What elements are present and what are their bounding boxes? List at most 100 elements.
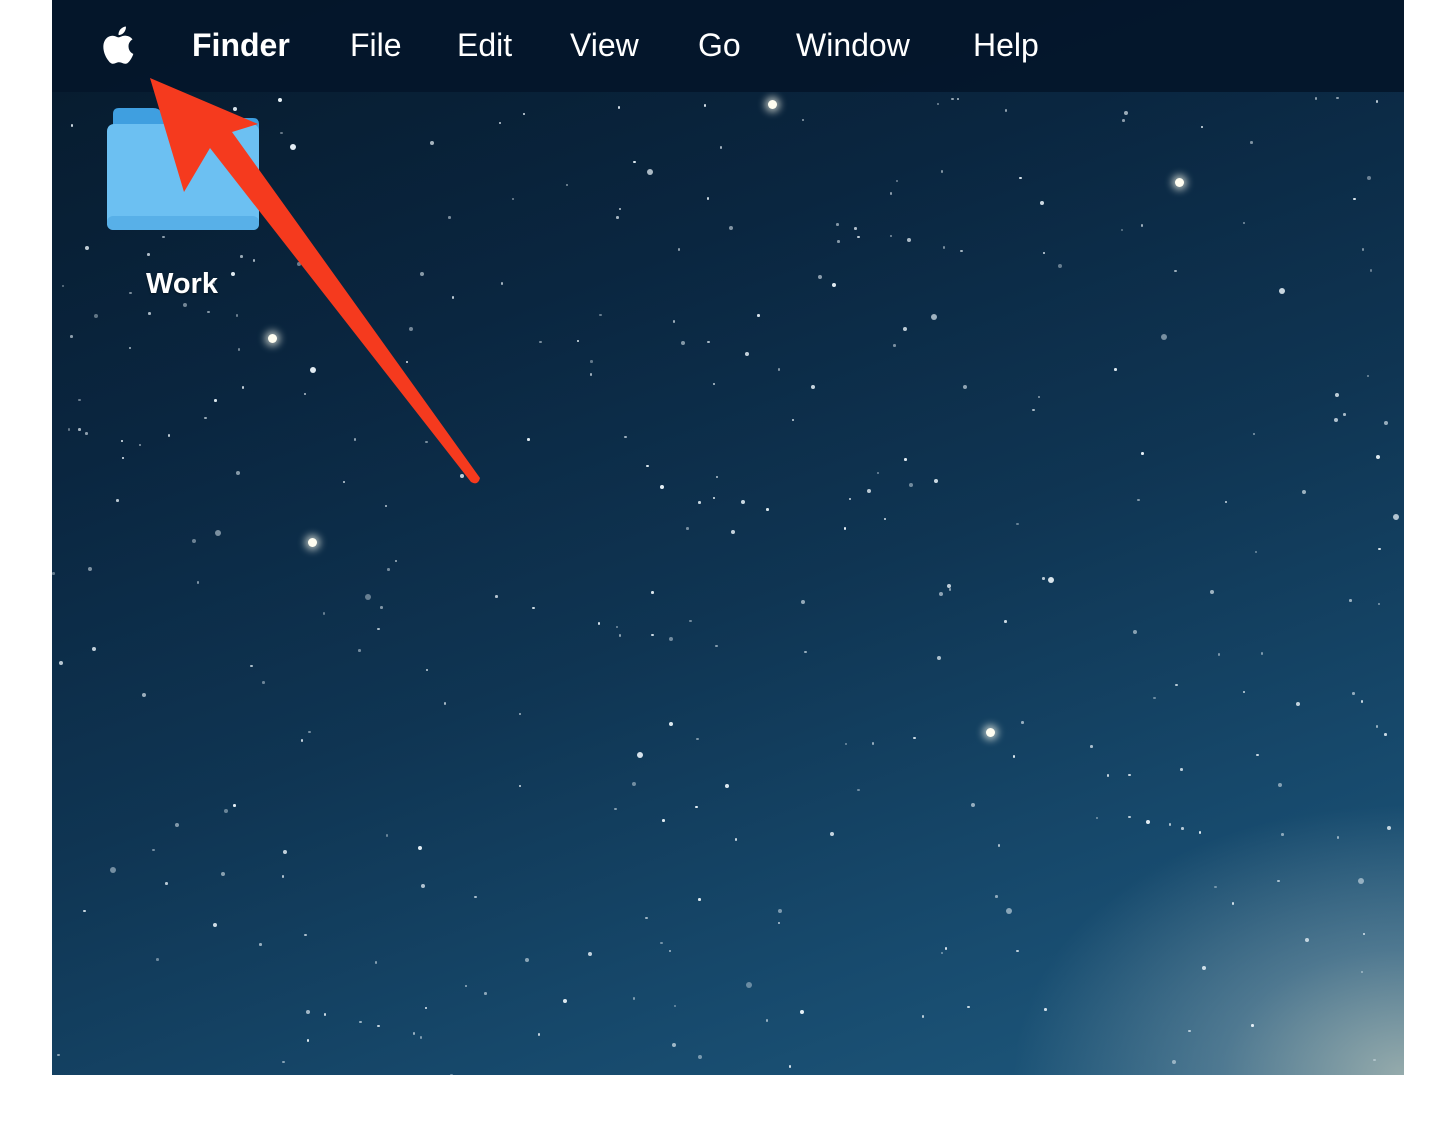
star xyxy=(706,197,710,200)
star xyxy=(116,499,119,502)
star xyxy=(495,595,498,598)
star xyxy=(715,475,719,479)
work-folder-icon[interactable] xyxy=(107,104,259,232)
star xyxy=(1256,753,1259,757)
star xyxy=(936,102,940,106)
star xyxy=(695,805,698,809)
star xyxy=(921,1015,925,1018)
star xyxy=(940,951,944,954)
star xyxy=(1361,248,1365,251)
menu-go[interactable]: Go xyxy=(698,24,741,66)
star xyxy=(1384,420,1389,425)
star xyxy=(224,808,229,813)
star xyxy=(1214,885,1217,889)
star xyxy=(889,192,893,195)
star xyxy=(1140,224,1144,227)
star xyxy=(511,197,515,201)
menu-edit[interactable]: Edit xyxy=(457,24,512,66)
star xyxy=(384,504,388,508)
star xyxy=(967,1005,970,1009)
star xyxy=(1260,652,1264,655)
star xyxy=(240,255,243,258)
menu-view[interactable]: View xyxy=(570,24,639,66)
star xyxy=(804,650,807,654)
star xyxy=(1366,374,1370,378)
star xyxy=(995,895,998,898)
star xyxy=(1201,966,1206,971)
star xyxy=(221,872,226,877)
star xyxy=(283,849,288,854)
star xyxy=(848,497,852,501)
star xyxy=(724,783,729,788)
star xyxy=(1358,877,1364,884)
star xyxy=(817,274,822,279)
star xyxy=(1137,498,1140,502)
star xyxy=(342,480,346,484)
menu-window[interactable]: Window xyxy=(796,24,910,66)
star xyxy=(147,253,150,256)
star xyxy=(831,282,836,287)
star xyxy=(1250,141,1253,144)
star xyxy=(204,416,207,420)
star xyxy=(359,1020,362,1024)
star xyxy=(889,234,893,238)
star xyxy=(78,398,81,402)
star xyxy=(1122,119,1125,122)
menu-file[interactable]: File xyxy=(350,24,402,66)
star xyxy=(744,352,749,357)
star xyxy=(152,848,155,852)
star xyxy=(1016,949,1019,953)
star xyxy=(300,739,304,742)
star xyxy=(1042,577,1045,580)
star xyxy=(57,1053,60,1057)
star xyxy=(1181,827,1184,830)
star xyxy=(537,1033,541,1036)
star xyxy=(893,344,896,347)
star xyxy=(213,923,218,928)
star xyxy=(624,435,627,439)
star xyxy=(659,485,664,490)
desktop-screen: Finder File Edit View Go Window Help Wor… xyxy=(52,0,1404,1075)
bright-star xyxy=(986,728,995,737)
star xyxy=(424,1006,428,1010)
work-folder-label[interactable]: Work xyxy=(112,268,252,301)
apple-menu-icon[interactable] xyxy=(102,24,140,66)
star xyxy=(306,1039,310,1042)
star xyxy=(951,97,954,101)
star xyxy=(907,238,912,243)
star xyxy=(895,179,899,183)
star xyxy=(128,346,132,350)
star xyxy=(278,97,282,102)
star xyxy=(1128,773,1131,777)
star xyxy=(633,160,636,164)
star xyxy=(618,634,622,637)
star xyxy=(1180,768,1183,771)
star xyxy=(110,866,117,873)
star xyxy=(1047,577,1054,584)
star xyxy=(1305,938,1310,943)
star xyxy=(474,895,477,899)
star xyxy=(405,360,409,364)
menu-app-finder[interactable]: Finder xyxy=(192,24,290,66)
star xyxy=(1336,96,1339,100)
star xyxy=(175,822,180,827)
star xyxy=(668,637,673,642)
star xyxy=(1373,1058,1376,1062)
star xyxy=(1042,251,1046,255)
star xyxy=(614,807,617,811)
menu-help[interactable]: Help xyxy=(973,24,1039,66)
star xyxy=(562,998,567,1003)
star xyxy=(1012,755,1016,758)
star xyxy=(956,97,960,101)
star xyxy=(419,1036,423,1039)
star xyxy=(141,692,146,697)
star xyxy=(1021,721,1024,724)
star xyxy=(942,246,946,249)
star xyxy=(883,517,887,521)
star xyxy=(668,949,672,953)
star xyxy=(1145,819,1150,824)
star xyxy=(597,622,601,625)
star xyxy=(971,802,976,807)
star xyxy=(1252,432,1256,436)
star xyxy=(539,340,542,344)
